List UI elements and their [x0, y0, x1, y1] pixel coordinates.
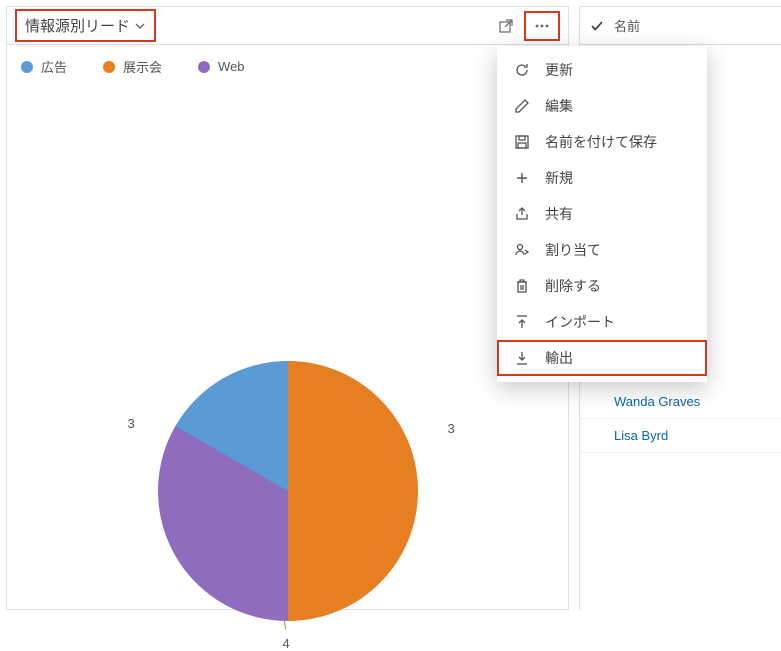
- legend-item-1[interactable]: 展示会: [103, 57, 162, 76]
- chart-title-dropdown[interactable]: 情報源別リード: [15, 9, 156, 42]
- chevron-down-icon: [134, 20, 146, 32]
- menu-item-import[interactable]: インポート: [497, 304, 707, 340]
- refresh-icon: [513, 62, 531, 78]
- column-header-name[interactable]: 名前: [614, 16, 640, 35]
- menu-item-share[interactable]: 共有: [497, 196, 707, 232]
- legend-dot-2: [198, 61, 210, 73]
- menu-label: 削除する: [545, 276, 601, 296]
- pie-wrap: 3 4 3: [158, 361, 418, 621]
- legend-dot-0: [21, 61, 33, 73]
- ellipsis-icon: [533, 18, 551, 34]
- menu-item-assign[interactable]: 割り当て: [497, 232, 707, 268]
- menu-label: 新規: [545, 168, 573, 188]
- list-header: 名前: [580, 7, 781, 45]
- import-icon: [513, 314, 531, 330]
- pie-chart[interactable]: [158, 361, 418, 621]
- slice-label-orange: 4: [283, 636, 290, 651]
- save-icon: [513, 134, 531, 150]
- menu-label: 輸出: [545, 348, 573, 368]
- menu-label: 更新: [545, 60, 573, 80]
- chart-legend: 広告 展示会 Web: [7, 45, 568, 76]
- assign-icon: [513, 242, 531, 258]
- popout-icon: [498, 18, 514, 34]
- menu-item-export[interactable]: 輸出: [497, 340, 707, 376]
- slice-label-blue: 3: [448, 421, 455, 436]
- chart-header: 情報源別リード: [7, 7, 568, 45]
- menu-label: 名前を付けて保存: [545, 132, 657, 152]
- popout-button[interactable]: [488, 11, 524, 41]
- menu-label: 編集: [545, 96, 573, 116]
- chart-panel: 情報源別リード 広告 展示会 Web: [6, 6, 569, 610]
- menu-item-delete[interactable]: 削除する: [497, 268, 707, 304]
- menu-item-edit[interactable]: 編集: [497, 88, 707, 124]
- chart-area: 3 4 3: [7, 76, 568, 596]
- trash-icon: [513, 278, 531, 294]
- list-item[interactable]: Wanda Graves: [580, 385, 781, 419]
- legend-item-0[interactable]: 広告: [21, 57, 67, 76]
- pencil-icon: [513, 98, 531, 114]
- chart-title-text: 情報源別リード: [25, 15, 130, 36]
- menu-label: 共有: [545, 204, 573, 224]
- context-menu: 更新 編集 名前を付けて保存 新規 共有 割り当て 削除する インポート 輸出: [497, 46, 707, 382]
- legend-label-0: 広告: [41, 57, 67, 76]
- plus-icon: [513, 170, 531, 186]
- share-icon: [513, 206, 531, 222]
- export-icon: [513, 350, 531, 366]
- legend-label-2: Web: [218, 59, 245, 74]
- legend-label-1: 展示会: [123, 57, 162, 76]
- list-item-text: Lisa Byrd: [614, 428, 668, 443]
- legend-item-2[interactable]: Web: [198, 59, 245, 74]
- check-icon[interactable]: [590, 19, 604, 33]
- menu-item-new[interactable]: 新規: [497, 160, 707, 196]
- list-item-text: Wanda Graves: [614, 394, 700, 409]
- legend-dot-1: [103, 61, 115, 73]
- menu-label: インポート: [545, 312, 615, 332]
- menu-item-saveas[interactable]: 名前を付けて保存: [497, 124, 707, 160]
- list-item[interactable]: Lisa Byrd: [580, 419, 781, 453]
- more-button[interactable]: [524, 11, 560, 41]
- menu-label: 割り当て: [545, 240, 601, 260]
- slice-label-purple: 3: [128, 416, 135, 431]
- menu-item-refresh[interactable]: 更新: [497, 52, 707, 88]
